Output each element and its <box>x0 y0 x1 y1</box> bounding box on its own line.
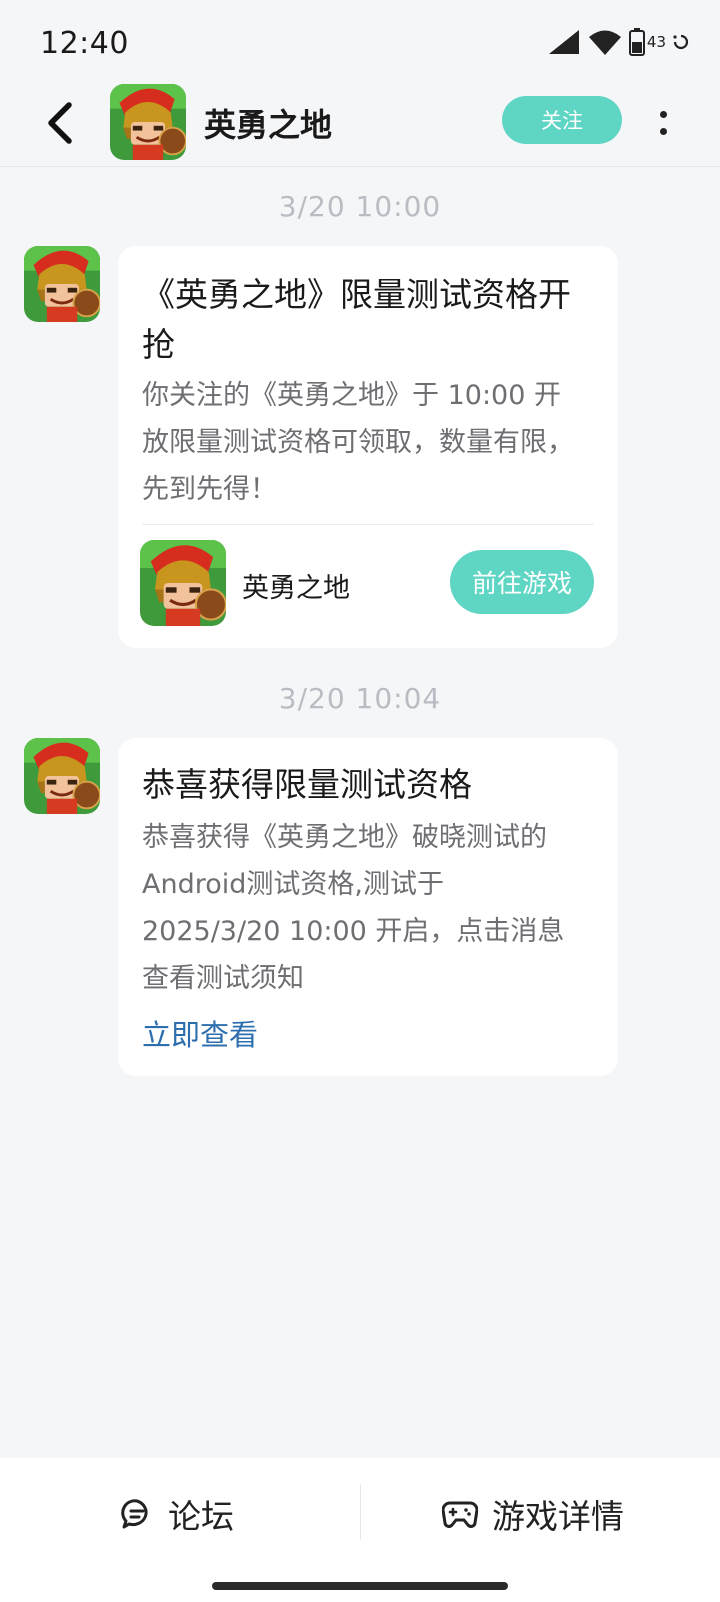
battery-level: 43 <box>646 33 666 51</box>
forum-label: 论坛 <box>168 1497 234 1536</box>
sync-icon <box>673 34 689 50</box>
message-body: 你关注的《英勇之地》于 10:00 开放限量测试资格可领取，数量有限，先到先得！ <box>142 380 574 505</box>
signal-icon <box>548 30 579 54</box>
message-title: 恭喜获得限量测试资格 <box>142 765 472 804</box>
message-timestamp: 3/20 10:04 <box>278 682 442 715</box>
status-bar: 12:40 43 <box>0 0 720 80</box>
home-indicator[interactable] <box>212 1582 508 1590</box>
gamepad-icon <box>442 1501 478 1528</box>
card-divider <box>142 524 594 525</box>
more-options-button[interactable] <box>648 98 678 148</box>
top-app-bar: 英勇之地 关注 <box>0 80 720 167</box>
game-name: 英勇之地 <box>242 573 350 604</box>
sender-avatar[interactable] <box>24 738 100 814</box>
more-dot <box>659 128 667 135</box>
game-icon[interactable] <box>140 540 226 626</box>
follow-button[interactable]: 关注 <box>502 96 622 144</box>
game-details-label: 游戏详情 <box>492 1497 624 1536</box>
bottom-nav: 论坛 游戏详情 <box>0 1458 720 1602</box>
page-title: 英勇之地 <box>204 106 333 144</box>
chat-bubble-icon <box>121 1499 148 1529</box>
sender-avatar[interactable] <box>24 246 100 322</box>
message-title: 《英勇之地》限量测试资格开抢 <box>142 275 571 364</box>
nav-divider <box>360 1484 361 1540</box>
status-time: 12:40 <box>40 26 129 61</box>
message-body: 恭喜获得《英勇之地》破晓测试的Android测试资格,测试于2025/3/20 … <box>142 822 565 994</box>
forum-button[interactable]: 论坛 <box>120 1478 234 1550</box>
back-button[interactable] <box>36 96 84 150</box>
message-card[interactable]: 《英勇之地》限量测试资格开抢 你关注的《英勇之地》于 10:00 开放限量测试资… <box>118 246 618 648</box>
battery-icon <box>628 28 645 56</box>
game-avatar[interactable] <box>110 84 186 160</box>
message-timestamp: 3/20 10:00 <box>278 190 442 223</box>
view-now-link[interactable]: 立即查看 <box>142 1012 258 1054</box>
chevron-left-icon <box>48 102 72 144</box>
go-to-game-button[interactable]: 前往游戏 <box>450 550 594 614</box>
message-card[interactable]: 恭喜获得限量测试资格 恭喜获得《英勇之地》破晓测试的Android测试资格,测试… <box>118 738 618 1076</box>
status-icons: 43 <box>547 28 690 56</box>
wifi-icon <box>588 30 621 55</box>
more-dot <box>659 111 667 118</box>
game-details-button[interactable]: 游戏详情 <box>442 1478 624 1550</box>
